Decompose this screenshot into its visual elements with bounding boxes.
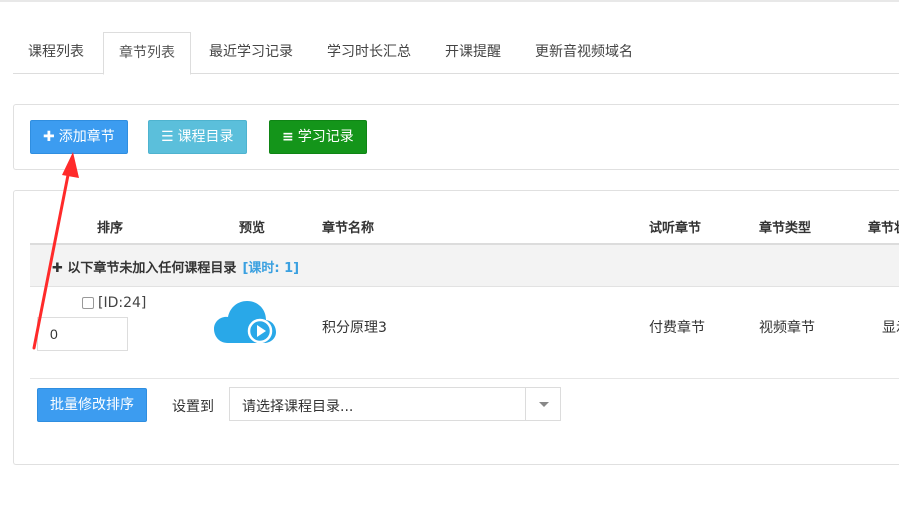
- tab-bar: 课程列表 章节列表 最近学习记录 学习时长汇总 开课提醒 更新音视频域名: [13, 32, 899, 75]
- study-records-label: 学习记录: [297, 129, 354, 145]
- row-status: 显示: [882, 320, 899, 336]
- tab-course-reminder[interactable]: 开课提醒: [430, 32, 516, 74]
- group-hours: [课时: 1]: [242, 261, 300, 276]
- add-chapter-button[interactable]: ✚ 添加章节: [30, 120, 128, 154]
- header-chapter-status: 章节状: [868, 221, 899, 236]
- header-trial: 试听章节: [649, 221, 702, 236]
- catalog-select-value: 请选择课程目录...: [242, 399, 354, 415]
- table-header: 排序 预览 章节名称 试听章节 章节类型 章节状: [30, 209, 899, 245]
- set-to-label: 设置到: [172, 399, 214, 415]
- chevron-down-icon[interactable]: [539, 402, 549, 407]
- header-chapter-name: 章节名称: [322, 221, 375, 236]
- course-catalog-label: 课程目录: [177, 129, 234, 145]
- group-text: 以下章节未加入任何课程目录: [67, 261, 237, 276]
- tab-recent-study-records[interactable]: 最近学习记录: [194, 32, 308, 74]
- add-chapter-label: 添加章节: [58, 129, 115, 145]
- row-trial: 付费章节: [649, 320, 705, 336]
- study-records-button[interactable]: ≡ 学习记录: [269, 120, 367, 154]
- group-label: ✚ 以下章节未加入任何课程目录 [课时: 1]: [52, 257, 299, 276]
- header-preview: 预览: [239, 221, 266, 236]
- group-row[interactable]: ✚ 以下章节未加入任何课程目录 [课时: 1]: [30, 245, 899, 287]
- plus-icon: ✚: [43, 129, 55, 145]
- cloud-video-icon[interactable]: [212, 299, 278, 347]
- list-icon: ≡: [282, 129, 294, 145]
- tab-chapter-list[interactable]: 章节列表: [103, 32, 191, 75]
- row-checkbox[interactable]: [82, 297, 94, 309]
- top-border: [0, 0, 899, 2]
- select-divider: [525, 388, 526, 420]
- table-row: [ID:24] 积分原理3 付费章节 视频章节 显示: [30, 287, 899, 379]
- tab-course-list[interactable]: 课程列表: [13, 32, 99, 74]
- header-sort: 排序: [97, 221, 124, 236]
- list-ordered-icon: ☰: [161, 129, 174, 145]
- row-type: 视频章节: [759, 320, 815, 336]
- sort-order-input[interactable]: [37, 317, 128, 351]
- catalog-select[interactable]: 请选择课程目录...: [229, 387, 561, 421]
- tab-update-media-domain[interactable]: 更新音视频域名: [520, 32, 648, 74]
- tab-study-duration-summary[interactable]: 学习时长汇总: [312, 32, 426, 74]
- header-chapter-type: 章节类型: [759, 221, 812, 236]
- chapter-table-panel: 排序 预览 章节名称 试听章节 章节类型 章节状 ✚ 以下章节未加入任何课程目录…: [13, 190, 899, 465]
- plus-icon: ✚: [52, 261, 68, 276]
- row-id: [ID:24]: [98, 295, 147, 311]
- row-chapter-name: 积分原理3: [322, 320, 387, 336]
- toolbar-panel: ✚ 添加章节 ☰ 课程目录 ≡ 学习记录: [13, 104, 899, 170]
- batch-sort-button[interactable]: 批量修改排序: [37, 388, 147, 422]
- course-catalog-button[interactable]: ☰ 课程目录: [148, 120, 247, 154]
